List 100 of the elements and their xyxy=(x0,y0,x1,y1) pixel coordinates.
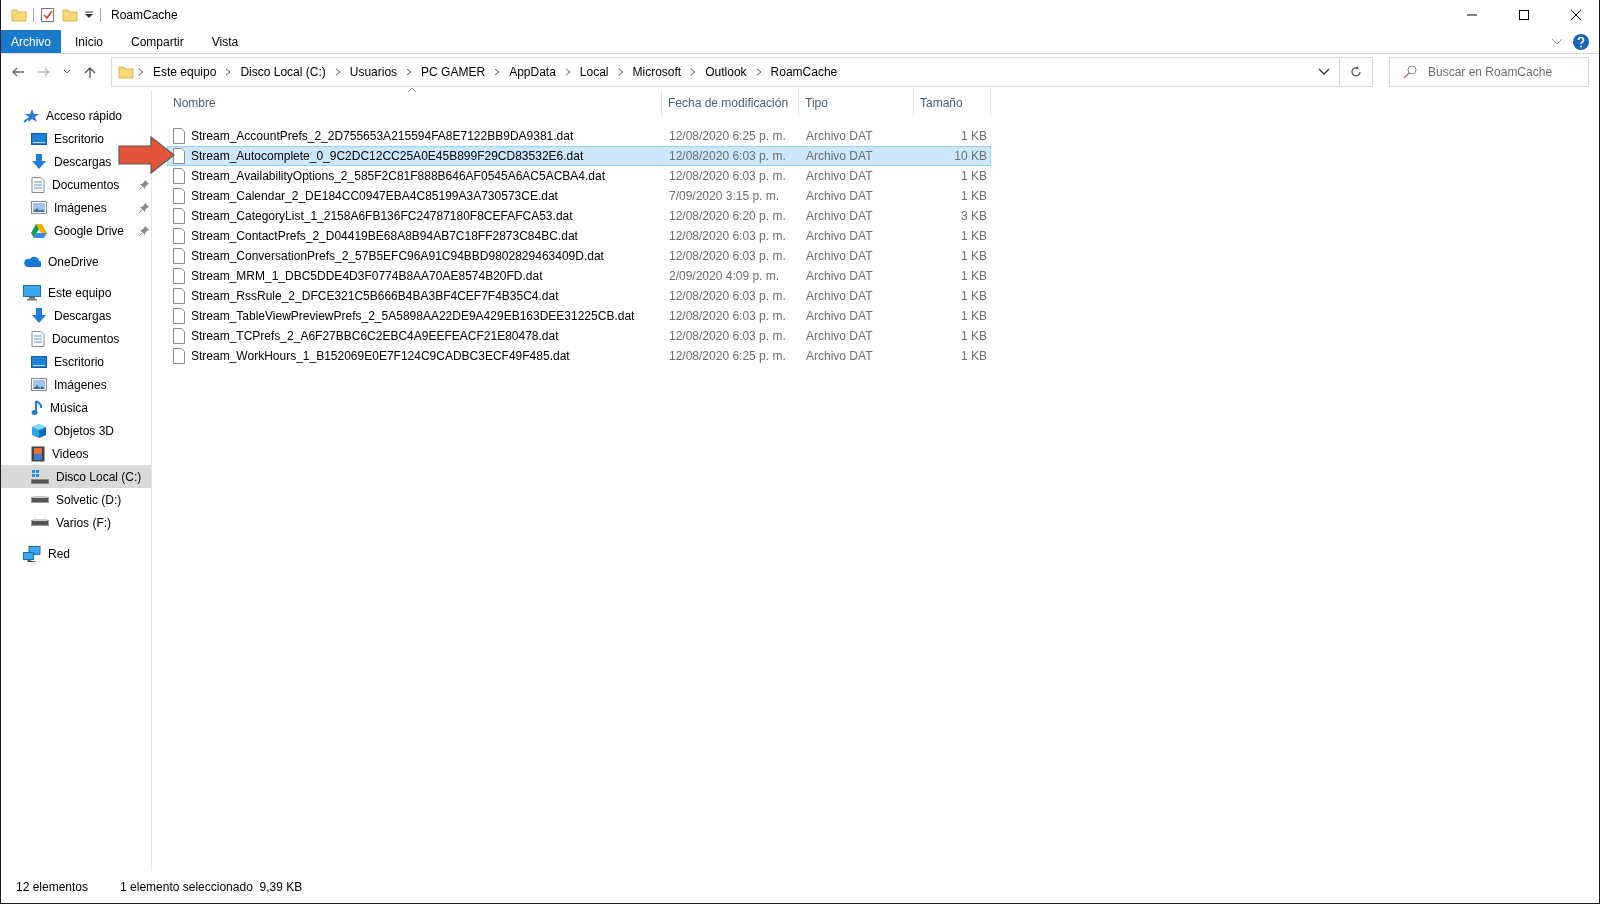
nav-pane-item[interactable]: Red xyxy=(1,542,72,565)
nav-pane-item[interactable]: Este equipo xyxy=(1,281,114,304)
search-field[interactable]: Buscar en RoamCache xyxy=(1389,57,1589,87)
breadcrumb-item[interactable]: Este equipo xyxy=(148,63,222,81)
nav-pane-item[interactable]: Imágenes xyxy=(1,196,151,219)
nav-pane-item[interactable]: Música xyxy=(1,396,90,419)
file-icon xyxy=(173,208,185,224)
nav-pane-item[interactable]: Acceso rápido xyxy=(1,104,125,127)
dropdown-caret-icon xyxy=(84,10,94,20)
file-name: Stream_TableViewPreviewPrefs_2_5A5898AA22DE9A429EB163DEE31225CB.dat xyxy=(191,309,635,323)
modified-date: 12/08/2020 6:03 p. m. xyxy=(668,149,787,163)
file-icon xyxy=(173,268,185,284)
column-header[interactable]: Nombre xyxy=(167,90,662,116)
modified-date: 12/08/2020 6:03 p. m. xyxy=(668,329,787,343)
drive-icon xyxy=(31,519,49,526)
modified-date: 2/09/2020 4:09 p. m. xyxy=(668,269,781,283)
search-icon xyxy=(1403,65,1417,79)
file-row[interactable]: Stream_ContactPrefs_2_D04419BE68A8B94AB7C18FF2873C84BC.dat 12/08/2020 6:03 p. m. Archivo DAT 1 KB xyxy=(167,226,991,246)
document-icon xyxy=(31,176,45,193)
file-name: Stream_Autocomplete_0_9C2DC12CC25A0E45B899F29CD83532E6.dat xyxy=(191,149,584,163)
modified-date: 12/08/2020 6:03 p. m. xyxy=(668,249,787,263)
file-row[interactable]: Stream_AccountPrefs_2_2D755653A215594FA8E7122BB9DA9381.dat 12/08/2020 6:25 p. m. Archivo DAT 1 KB xyxy=(167,126,991,146)
folder-icon xyxy=(11,8,27,22)
nav-pane-item[interactable]: Google Drive xyxy=(1,219,151,242)
nav-pane-item[interactable]: Descargas xyxy=(1,150,114,173)
sort-ascending-icon xyxy=(407,87,417,93)
file-size: 1 KB xyxy=(960,249,988,263)
file-name: Stream_CategoryList_1_2158A6FB136FC24787180F8CEFAFCA53.dat xyxy=(191,209,573,223)
file-name: Stream_ConversationPrefs_2_57B5EFC96A91C94BBD9802829463409D.dat xyxy=(191,249,604,263)
pin-icon xyxy=(139,202,149,213)
nav-pane-item[interactable]: OneDrive xyxy=(1,250,101,273)
file-type: Archivo DAT xyxy=(805,269,874,283)
file-row[interactable]: Stream_ConversationPrefs_2_57B5EFC96A91C94BBD9802829463409D.dat 12/08/2020 6:03 p. m. Archivo DAT 1 KB xyxy=(167,246,991,266)
file-name: Stream_RssRule_2_DFCE321C5B666B4BA3BF4CEF7F4B35C4.dat xyxy=(191,289,559,303)
file-row[interactable]: Stream_TableViewPreviewPrefs_2_5A5898AA22DE9A429EB163DEE31225CB.dat 12/08/2020 6:03 p. m. Archivo DAT 1 KB xyxy=(167,306,991,326)
new-folder-icon xyxy=(62,8,78,22)
nav-pane-item[interactable]: Solvetic (D:) xyxy=(1,488,124,511)
nav-pane-item[interactable]: Imágenes xyxy=(1,373,109,396)
refresh-button[interactable] xyxy=(1339,57,1373,87)
breadcrumb-item[interactable]: Microsoft xyxy=(627,63,687,81)
forward-icon xyxy=(37,66,51,78)
desktop-icon xyxy=(31,355,47,368)
ribbon-tab[interactable]: Vista xyxy=(197,30,253,53)
ribbon-tab[interactable]: Compartir xyxy=(117,30,198,53)
address-bar[interactable]: Este equipo Disco Local (C:) Usuarios PC GAMER AppData Local Microsoft Outlook RoamCache xyxy=(111,57,1340,87)
film-icon xyxy=(31,445,45,462)
breadcrumb-item[interactable]: PC GAMER xyxy=(416,63,491,81)
file-name: Stream_Calendar_2_DE184CC0947EBA4C85199A3A730573CE.dat xyxy=(191,189,558,203)
nav-pane-item[interactable]: Varios (F:) xyxy=(1,511,114,534)
file-row[interactable]: Stream_Autocomplete_0_9C2DC12CC25A0E45B899F29CD83532E6.dat 12/08/2020 6:03 p. m. Archivo DAT 10 KB xyxy=(167,146,991,166)
file-row[interactable]: Stream_CategoryList_1_2158A6FB136FC24787180F8CEFAFCA53.dat 12/08/2020 6:20 p. m. Archivo DAT 3 KB xyxy=(167,206,991,226)
drive-triangle-icon xyxy=(31,223,47,238)
window-title: RoamCache xyxy=(111,8,178,22)
monitor-icon xyxy=(23,284,41,301)
file-icon xyxy=(173,228,185,244)
file-icon xyxy=(173,288,185,304)
file-menu-tab[interactable]: Archivo xyxy=(1,30,61,53)
nav-pane-item[interactable]: Documentos xyxy=(1,173,151,196)
file-size: 3 KB xyxy=(960,209,988,223)
nav-pane-item[interactable]: Documentos xyxy=(1,327,122,350)
file-row[interactable]: Stream_MRM_1_DBC5DDE4D3F0774B8AA70AE8574B20FD.dat 2/09/2020 4:09 p. m. Archivo DAT 1 KB xyxy=(167,266,991,286)
file-row[interactable]: Stream_AvailabilityOptions_2_585F2C81F888B646AF0545A6AC5ACBA4.dat 12/08/2020 6:03 p. m. Archivo DAT 1 KB xyxy=(167,166,991,186)
nav-pane-item[interactable]: Disco Local (C:) xyxy=(1,465,151,488)
file-type: Archivo DAT xyxy=(805,349,874,363)
column-header[interactable]: Fecha de modificación xyxy=(662,90,799,116)
breadcrumb-item[interactable]: Outlook xyxy=(700,63,752,81)
file-name: Stream_MRM_1_DBC5DDE4D3F0774B8AA70AE8574B20FD.dat xyxy=(191,269,543,283)
file-row[interactable]: Stream_Calendar_2_DE184CC0947EBA4C85199A3A730573CE.dat 7/09/2020 3:15 p. m. Archivo DAT 1 KB xyxy=(167,186,991,206)
file-row[interactable]: Stream_WorkHours_1_B152069E0E7F124C9CADBC3ECF49F485.dat 12/08/2020 6:25 p. m. Archivo DAT 1 KB xyxy=(167,346,991,366)
breadcrumb-item[interactable]: RoamCache xyxy=(765,63,843,81)
column-header[interactable]: Tipo xyxy=(799,90,914,116)
refresh-icon xyxy=(1349,65,1363,79)
nav-pane-item[interactable]: Escritorio xyxy=(1,127,106,150)
cloud-icon xyxy=(23,255,41,268)
breadcrumb-item[interactable]: Usuarios xyxy=(344,63,403,81)
modified-date: 12/08/2020 6:25 p. m. xyxy=(668,349,787,363)
picture-icon xyxy=(31,201,47,214)
modified-date: 12/08/2020 6:03 p. m. xyxy=(668,309,787,323)
back-icon xyxy=(11,66,25,78)
nav-pane-item[interactable]: Escritorio xyxy=(1,350,106,373)
file-type: Archivo DAT xyxy=(805,249,874,263)
file-size: 1 KB xyxy=(960,309,988,323)
breadcrumb-item[interactable]: Disco Local (C:) xyxy=(235,63,331,81)
help-icon xyxy=(1573,33,1589,50)
nav-pane-item[interactable]: Objetos 3D xyxy=(1,419,117,442)
breadcrumb-item[interactable]: AppData xyxy=(504,63,561,81)
file-type: Archivo DAT xyxy=(805,309,874,323)
file-icon xyxy=(173,348,185,364)
nav-pane-item[interactable]: Videos xyxy=(1,442,91,465)
column-header[interactable]: Tamaño xyxy=(914,90,991,116)
nav-pane-item[interactable]: Descargas xyxy=(1,304,114,327)
file-size: 1 KB xyxy=(960,229,988,243)
download-arrow-icon xyxy=(31,307,47,324)
ribbon-tab[interactable]: Inicio xyxy=(61,30,118,53)
selection-info: 1 elemento seleccionado 9,39 KB xyxy=(120,880,303,894)
folder-icon xyxy=(118,65,134,79)
breadcrumb-item[interactable]: Local xyxy=(574,63,614,81)
file-row[interactable]: Stream_RssRule_2_DFCE321C5B666B4BA3BF4CEF7F4B35C4.dat 12/08/2020 6:03 p. m. Archivo DAT 1 KB xyxy=(167,286,991,306)
file-size: 1 KB xyxy=(960,269,988,283)
file-row[interactable]: Stream_TCPrefs_2_A6F27BBC6C2EBC4A9EEFEACF21E80478.dat 12/08/2020 6:03 p. m. Archivo DAT 1 KB xyxy=(167,326,991,346)
